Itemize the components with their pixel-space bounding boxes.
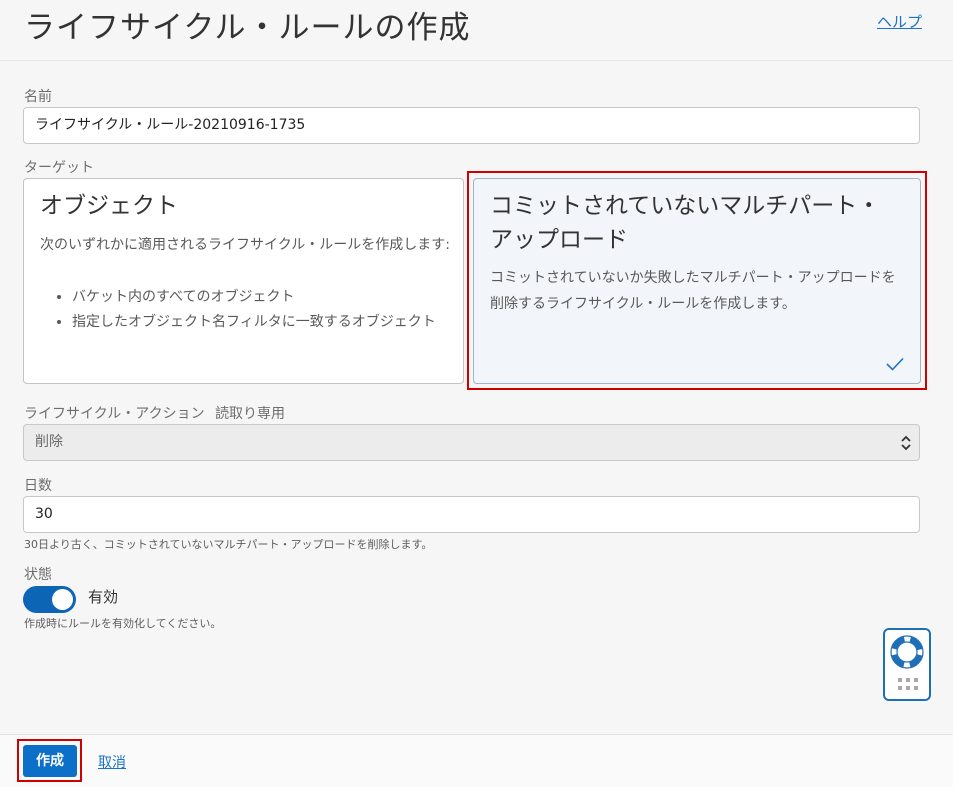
cancel-link[interactable]: 取消 [98,752,126,772]
page-title: ライフサイクル・ルールの作成 [24,10,471,46]
readonly-badge: 読取り専用 [215,406,286,422]
enabled-toggle[interactable] [23,586,76,613]
help-widget[interactable] [883,628,931,701]
objects-bullet-list: バケット内のすべてのオブジェクト 指定したオブジェクト名フィルタに一致するオブジ… [54,285,452,335]
days-input[interactable]: 30 [23,496,920,533]
target-card-multipart[interactable]: コミットされていないマルチパート・アップロード コミットされていないか失敗したマ… [473,178,921,384]
grid-dots-icon [898,678,918,690]
target-label: ターゲット [24,160,94,176]
card-title-multipart: コミットされていないマルチパート・アップロード [490,193,881,253]
create-button[interactable]: 作成 [23,745,77,777]
toggle-label: 有効 [88,588,119,606]
action-label: ライフサイクル・アクション 読取り専用 [24,403,285,423]
card-title-objects: オブジェクト [40,193,178,219]
name-label: 名前 [24,89,52,105]
help-link[interactable]: ヘルプ [877,11,922,32]
list-item: バケット内のすべてのオブジェクト [72,285,452,310]
days-label: 日数 [24,478,52,494]
action-label-text: ライフサイクル・アクション [24,406,205,422]
footer-bar [0,734,953,787]
updown-arrows-icon [901,435,911,451]
page-header: ライフサイクル・ルールの作成 ヘルプ [0,0,953,61]
check-icon [886,357,904,371]
list-item: 指定したオブジェクト名フィルタに一致するオブジェクト [72,310,452,335]
lifebuoy-icon [890,635,924,669]
action-select-value: 削除 [35,434,63,450]
days-help-text: 30日より古く、コミットされていないマルチパート・アップロードを削除します。 [24,538,433,551]
card-description-multipart: コミットされていないか失敗したマルチパート・アップロードを削除するライフサイクル… [490,270,896,312]
state-label: 状態 [24,567,52,583]
toggle-knob [52,589,73,610]
state-help-text: 作成時にルールを有効化してください。 [24,617,222,630]
target-card-objects[interactable]: オブジェクト 次のいずれかに適用されるライフサイクル・ルールを作成します: バケ… [23,178,464,384]
action-select: 削除 [23,424,920,461]
card-description-objects: 次のいずれかに適用されるライフサイクル・ルールを作成します: [40,237,451,253]
name-input[interactable]: ライフサイクル・ルール-20210916-1735 [23,107,920,144]
